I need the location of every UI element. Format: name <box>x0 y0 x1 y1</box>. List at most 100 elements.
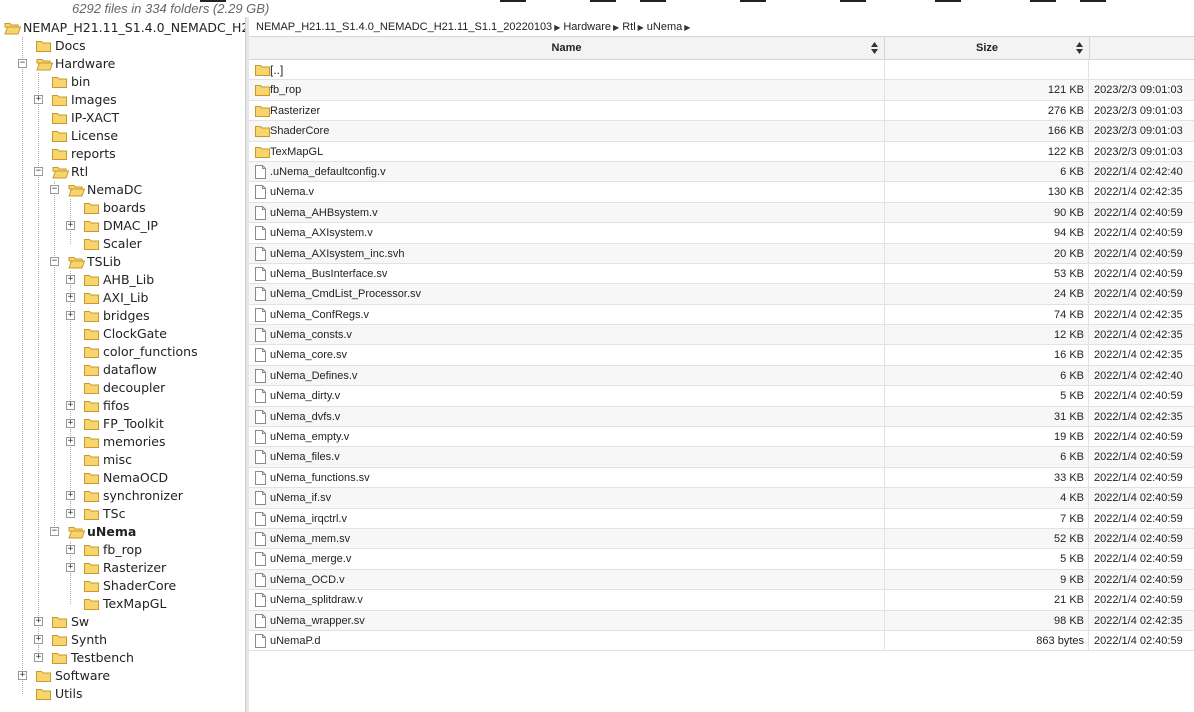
file-name[interactable]: uNema_AXIsystem_inc.svh <box>270 244 405 264</box>
file-row[interactable]: uNema_mem.sv 52 KB 2022/1/4 02:40:59 <box>249 528 1194 550</box>
tree-node-label: ClockGate <box>103 326 167 341</box>
file-row[interactable]: uNema_BusInterface.sv 53 KB 2022/1/4 02:40… <box>249 263 1194 285</box>
date-cell: 2022/1/4 02:42:40 <box>1094 369 1183 382</box>
folder-tree[interactable]: NEMAP_H21.11_S1.4.0_NEMADC_H2 Docs − Hardwa… <box>0 17 245 712</box>
collapse-icon[interactable]: − <box>18 59 27 68</box>
file-name[interactable]: uNema_irqctrl.v <box>270 509 347 529</box>
file-name[interactable]: uNemaP.d <box>270 631 321 651</box>
file-name[interactable]: Rasterizer <box>270 101 320 121</box>
parent-folder-row[interactable]: [..] <box>249 60 1194 81</box>
file-row[interactable]: ShaderCore 166 KB 2023/2/3 09:01:03 <box>249 121 1194 142</box>
file-row[interactable]: uNema_merge.v 5 KB 2022/1/4 02:40:59 <box>249 549 1194 570</box>
file-name[interactable]: uNema_functions.sv <box>270 468 370 488</box>
expand-icon[interactable]: + <box>34 653 43 662</box>
file-row[interactable]: uNema_empty.v 19 KB 2022/1/4 02:40:59 <box>249 427 1194 448</box>
file-name[interactable]: uNema_wrapper.sv <box>270 611 365 631</box>
file-row[interactable]: uNema_CmdList_Processor.sv 24 KB 2022/1/4 … <box>249 284 1194 305</box>
file-row[interactable]: uNema_files.v 6 KB 2022/1/4 02:40:59 <box>249 447 1194 468</box>
date-column-header[interactable] <box>1090 37 1194 59</box>
expand-icon[interactable]: + <box>66 491 75 500</box>
file-name[interactable]: uNema_consts.v <box>270 325 352 345</box>
folder-icon <box>255 63 270 79</box>
file-name[interactable]: fb_rop <box>270 80 301 100</box>
file-icon <box>255 572 266 590</box>
file-name[interactable]: uNema_splitdraw.v <box>270 590 363 610</box>
file-row[interactable]: uNemaP.d 863 bytes 2022/1/4 02:40:59 <box>249 630 1194 652</box>
file-row[interactable]: uNema_Defines.v 6 KB 2022/1/4 02:42:40 <box>249 365 1194 387</box>
file-name[interactable]: uNema.v <box>270 182 314 202</box>
file-name[interactable]: TexMapGL <box>270 142 323 162</box>
file-row[interactable]: uNema_irqctrl.v 7 KB 2022/1/4 02:40:59 <box>249 508 1194 529</box>
file-row[interactable]: uNema_consts.v 12 KB 2022/1/4 02:42:35 <box>249 325 1194 346</box>
file-row[interactable]: uNema_dvfs.v 31 KB 2022/1/4 02:42:35 <box>249 406 1194 428</box>
breadcrumb-item[interactable]: Hardware <box>563 21 611 33</box>
expand-icon[interactable]: + <box>66 509 75 518</box>
file-name[interactable]: uNema_Defines.v <box>270 366 357 386</box>
file-row[interactable]: uNema_AXIsystem_inc.svh 20 KB 2022/1/4 02:… <box>249 243 1194 264</box>
file-row[interactable]: uNema_wrapper.sv 98 KB 2022/1/4 02:42:35 <box>249 610 1194 631</box>
file-row[interactable]: uNema_ConfRegs.v 74 KB 2022/1/4 02:42:35 <box>249 304 1194 326</box>
file-name[interactable]: uNema_OCD.v <box>270 570 345 590</box>
name-column-header[interactable]: Name <box>249 37 885 59</box>
name-cell: uNema_OCD.v <box>249 569 885 590</box>
file-name[interactable]: uNema_AHBsystem.v <box>270 203 378 223</box>
expand-icon[interactable]: + <box>66 311 75 320</box>
collapse-icon[interactable]: − <box>50 185 59 194</box>
file-name[interactable]: uNema_BusInterface.sv <box>270 264 387 284</box>
file-name[interactable]: uNema_core.sv <box>270 345 347 365</box>
expand-icon[interactable]: + <box>18 671 27 680</box>
file-row[interactable]: .uNema_defaultconfig.v 6 KB 2022/1/4 02:42… <box>249 161 1194 183</box>
file-row[interactable]: uNema_core.sv 16 KB 2022/1/4 02:42:35 <box>249 345 1194 366</box>
file-name[interactable]: uNema_CmdList_Processor.sv <box>270 284 421 304</box>
expand-icon[interactable]: + <box>66 419 75 428</box>
top-strip: 6292 files in 334 folders (2.29 GB) <box>0 0 1194 17</box>
clipped-underline <box>500 0 526 2</box>
collapse-icon[interactable]: − <box>50 527 59 536</box>
file-row[interactable]: uNema_functions.sv 33 KB 2022/1/4 02:40:59 <box>249 467 1194 489</box>
collapse-icon[interactable]: − <box>34 167 43 176</box>
size-column-header[interactable]: Size <box>885 37 1090 59</box>
file-row[interactable]: TexMapGL 122 KB 2023/2/3 09:01:03 <box>249 141 1194 162</box>
expand-icon[interactable]: + <box>66 437 75 446</box>
file-name[interactable]: uNema_ConfRegs.v <box>270 305 369 325</box>
sort-icon <box>1076 42 1083 54</box>
file-row[interactable]: uNema_splitdraw.v 21 KB 2022/1/4 02:40:59 <box>249 590 1194 611</box>
file-name[interactable]: [..] <box>270 60 283 80</box>
collapse-icon[interactable]: − <box>50 257 59 266</box>
expand-icon[interactable]: + <box>66 275 75 284</box>
clipped-underline <box>640 0 666 2</box>
file-name[interactable]: uNema_if.sv <box>270 488 331 508</box>
breadcrumb-item[interactable]: NEMAP_H21.11_S1.4.0_NEMADC_H21.11_S1.1_2… <box>256 21 552 33</box>
size-cell <box>885 60 1089 80</box>
file-row[interactable]: uNema_AHBsystem.v 90 KB 2022/1/4 02:40:59 <box>249 202 1194 224</box>
expand-icon[interactable]: + <box>66 221 75 230</box>
file-row[interactable]: uNema_dirty.v 5 KB 2022/1/4 02:40:59 <box>249 386 1194 407</box>
folder-open-icon <box>4 21 22 40</box>
file-name[interactable]: uNema_merge.v <box>270 549 351 569</box>
expand-icon[interactable]: + <box>66 545 75 554</box>
expand-icon[interactable]: + <box>66 293 75 302</box>
file-row[interactable]: Rasterizer 276 KB 2023/2/3 09:01:03 <box>249 100 1194 122</box>
file-name[interactable]: ShaderCore <box>270 121 329 141</box>
file-row[interactable]: uNema_AXIsystem.v 94 KB 2022/1/4 02:40:59 <box>249 223 1194 244</box>
file-name[interactable]: uNema_dvfs.v <box>270 407 340 427</box>
expand-icon[interactable]: + <box>66 401 75 410</box>
tree-node-label: IP-XACT <box>71 110 120 125</box>
file-name[interactable]: uNema_files.v <box>270 447 340 467</box>
file-row[interactable]: fb_rop 121 KB 2023/2/3 09:01:03 <box>249 80 1194 101</box>
file-row[interactable]: uNema_OCD.v 9 KB 2022/1/4 02:40:59 <box>249 569 1194 591</box>
file-name[interactable]: .uNema_defaultconfig.v <box>270 162 386 182</box>
expand-icon[interactable]: + <box>34 635 43 644</box>
expand-icon[interactable]: + <box>66 563 75 572</box>
file-name[interactable]: uNema_dirty.v <box>270 386 340 406</box>
file-name[interactable]: uNema_AXIsystem.v <box>270 223 373 243</box>
breadcrumb-item[interactable]: uNema <box>647 21 682 33</box>
file-row[interactable]: uNema.v 130 KB 2022/1/4 02:42:35 <box>249 182 1194 203</box>
expand-icon[interactable]: + <box>34 617 43 626</box>
expand-icon[interactable]: + <box>34 95 43 104</box>
date-cell: 2022/1/4 02:40:59 <box>1094 573 1183 586</box>
file-name[interactable]: uNema_mem.sv <box>270 529 350 549</box>
file-row[interactable]: uNema_if.sv 4 KB 2022/1/4 02:40:59 <box>249 488 1194 509</box>
file-name[interactable]: uNema_empty.v <box>270 427 349 447</box>
breadcrumb-item[interactable]: Rtl <box>622 21 635 33</box>
